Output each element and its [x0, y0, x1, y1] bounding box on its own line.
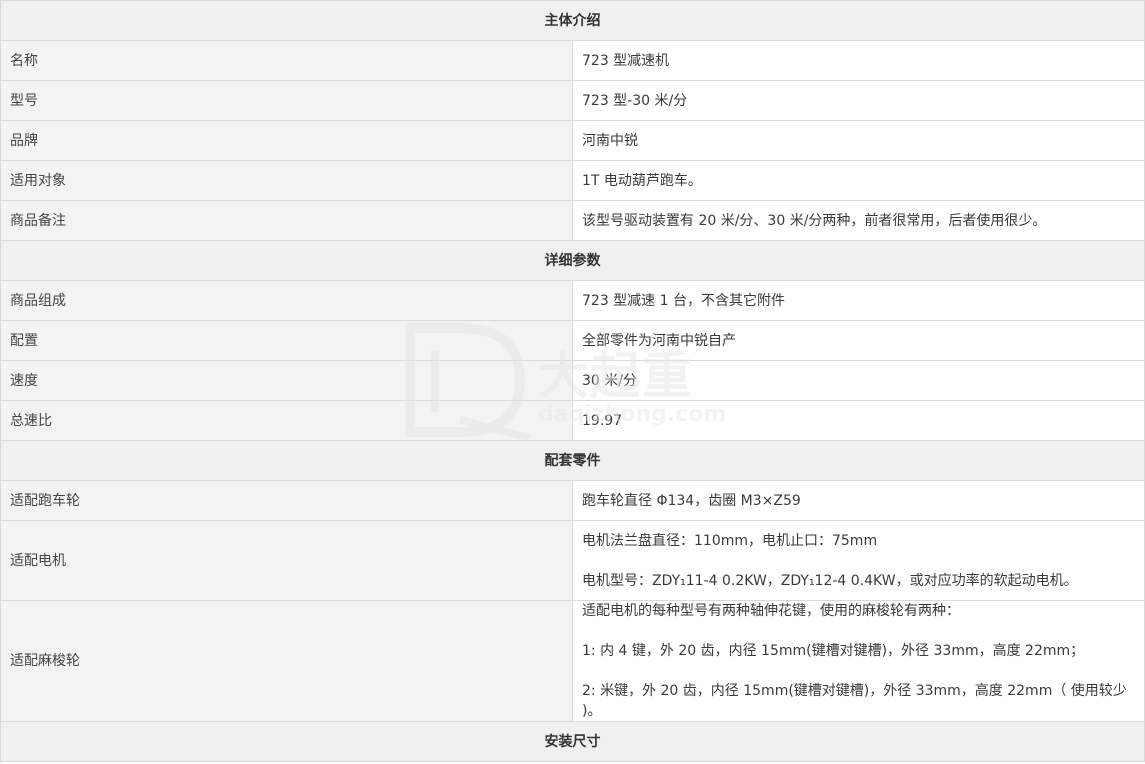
row-label: 适配麻梭轮 — [0, 600, 573, 722]
table-row: 总速比 19.97 — [0, 400, 1145, 441]
table-row: 配置 全部零件为河南中锐自产 — [0, 320, 1145, 361]
section-header-params: 详细参数 — [0, 240, 1145, 281]
table-row: 商品组成 723 型减速 1 台，不含其它附件 — [0, 280, 1145, 321]
row-value: 该型号驱动装置有 20 米/分、30 米/分两种，前者很常用，后者使用很少。 — [572, 200, 1145, 241]
row-label: 配置 — [0, 320, 573, 361]
section-header-parts: 配套零件 — [0, 440, 1145, 481]
row-label: 速度 — [0, 360, 573, 401]
row-label: 商品备注 — [0, 200, 573, 241]
row-label: 品牌 — [0, 120, 573, 161]
section-header-intro: 主体介绍 — [0, 0, 1145, 41]
section-title: 安装尺寸 — [0, 721, 1145, 762]
row-value: 1T 电动葫芦跑车。 — [572, 160, 1145, 201]
motor-line: 电机型号：ZDY₁11-4 0.2KW，ZDY₁12-4 0.4KW，或对应功率… — [582, 572, 1078, 589]
table-row: 适配电机 电机法兰盘直径：110mm，电机止口：75mm 电机型号：ZDY₁11… — [0, 520, 1145, 601]
table-row: 名称 723 型减速机 — [0, 40, 1145, 81]
table-row: 速度 30 米/分 — [0, 360, 1145, 401]
row-value: 河南中锐 — [572, 120, 1145, 161]
row-label: 适用对象 — [0, 160, 573, 201]
row-value: 723 型减速机 — [572, 40, 1145, 81]
section-title: 配套零件 — [0, 440, 1145, 481]
row-label: 型号 — [0, 80, 573, 121]
table-row: 适配跑车轮 跑车轮直径 Φ134，齿圈 M3×Z59 — [0, 480, 1145, 521]
row-label: 商品组成 — [0, 280, 573, 321]
spec-table: 主体介绍 名称 723 型减速机 型号 723 型-30 米/分 品牌 河南中锐… — [0, 0, 1145, 762]
row-value: 19.97 — [572, 400, 1145, 441]
row-value: 30 米/分 — [572, 360, 1145, 401]
section-title: 详细参数 — [0, 240, 1145, 281]
row-value: 723 型减速 1 台，不含其它附件 — [572, 280, 1145, 321]
section-title: 主体介绍 — [0, 0, 1145, 41]
spline-line: 适配电机的每种型号有两种轴伸花键，使用的麻梭轮有两种： — [582, 603, 960, 619]
motor-line: 电机法兰盘直径：110mm，电机止口：75mm — [582, 532, 878, 549]
row-label: 适配电机 — [0, 520, 573, 601]
row-value: 723 型-30 米/分 — [572, 80, 1145, 121]
row-value: 适配电机的每种型号有两种轴伸花键，使用的麻梭轮有两种： 1: 内 4 键，外 2… — [572, 600, 1145, 722]
row-label: 适配跑车轮 — [0, 480, 573, 521]
row-value: 全部零件为河南中锐自产 — [572, 320, 1145, 361]
spline-line: 2: 米键，外 20 齿，内径 15mm(键槽对键槽)，外径 33mm，高度 2… — [582, 683, 1127, 719]
table-row: 适用对象 1T 电动葫芦跑车。 — [0, 160, 1145, 201]
table-row: 商品备注 该型号驱动装置有 20 米/分、30 米/分两种，前者很常用，后者使用… — [0, 200, 1145, 241]
table-row: 适配麻梭轮 适配电机的每种型号有两种轴伸花键，使用的麻梭轮有两种： 1: 内 4… — [0, 600, 1145, 722]
table-row: 品牌 河南中锐 — [0, 120, 1145, 161]
row-label: 名称 — [0, 40, 573, 81]
row-value: 电机法兰盘直径：110mm，电机止口：75mm 电机型号：ZDY₁11-4 0.… — [572, 520, 1145, 601]
spline-line: 1: 内 4 键，外 20 齿，内径 15mm(键槽对键槽)，外径 33mm，高… — [582, 643, 1085, 659]
row-label: 总速比 — [0, 400, 573, 441]
row-value: 跑车轮直径 Φ134，齿圈 M3×Z59 — [572, 480, 1145, 521]
section-header-install: 安装尺寸 — [0, 721, 1145, 762]
table-row: 型号 723 型-30 米/分 — [0, 80, 1145, 121]
